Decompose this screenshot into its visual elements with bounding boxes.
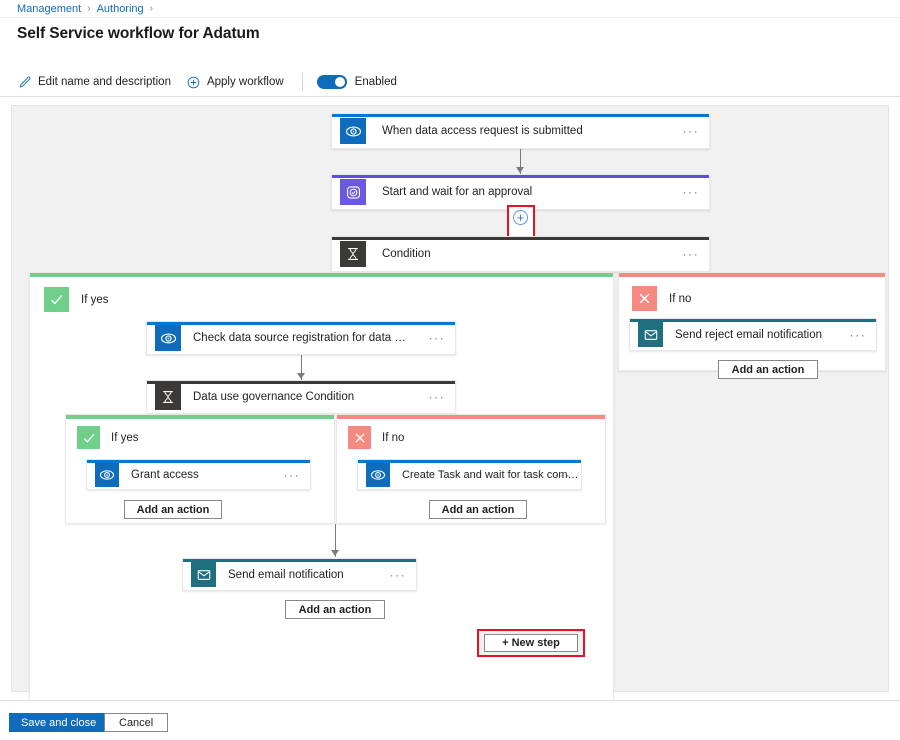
branch-panel-if-no[interactable]: If no Send reject email notification ···… bbox=[618, 272, 886, 371]
eye-icon bbox=[155, 325, 181, 351]
eye-icon bbox=[366, 463, 390, 487]
branch-label: If no bbox=[669, 293, 691, 305]
step-menu-button[interactable]: ··· bbox=[849, 328, 866, 341]
enabled-toggle-label: Enabled bbox=[355, 76, 397, 88]
envelope-icon bbox=[638, 322, 663, 347]
check-icon bbox=[77, 426, 100, 449]
breadcrumb: Management › Authoring › bbox=[0, 0, 900, 18]
step-menu-button[interactable]: ··· bbox=[682, 186, 699, 199]
add-an-action-button[interactable]: Add an action bbox=[718, 360, 818, 379]
step-menu-button[interactable]: ··· bbox=[682, 248, 699, 261]
branch-label: If no bbox=[382, 432, 404, 444]
cross-icon bbox=[348, 426, 371, 449]
card-accent-bar bbox=[183, 559, 416, 562]
branch-label: If yes bbox=[111, 432, 138, 444]
branch-panel-nested-if-yes[interactable]: If yes Grant access ··· Add an action bbox=[65, 414, 335, 524]
branch-header-nested-if-no: If no bbox=[348, 426, 404, 449]
edit-name-and-description-label: Edit name and description bbox=[38, 76, 171, 88]
add-an-action-button[interactable]: Add an action bbox=[285, 600, 385, 619]
card-accent-bar bbox=[332, 237, 709, 240]
card-accent-bar bbox=[147, 381, 455, 384]
new-step-button[interactable]: + New step bbox=[484, 634, 578, 652]
connector-arrow-icon bbox=[516, 167, 524, 173]
branch-header-nested-if-yes: If yes bbox=[77, 426, 138, 449]
branch-accent-bar bbox=[619, 273, 885, 277]
command-bar-divider bbox=[302, 73, 303, 91]
workflow-canvas[interactable]: When data access request is submitted ··… bbox=[11, 105, 889, 692]
workflow-authoring-page: Management › Authoring › Self Service wo… bbox=[0, 0, 900, 740]
apply-workflow-label: Apply workflow bbox=[207, 76, 284, 88]
card-accent-bar bbox=[630, 319, 876, 322]
step-menu-button[interactable]: ··· bbox=[283, 468, 300, 481]
command-bar: Edit name and description Apply workflow… bbox=[0, 68, 900, 97]
eye-icon bbox=[95, 463, 119, 487]
step-card-when-data-access-request-is-submitted[interactable]: When data access request is submitted ··… bbox=[331, 113, 710, 149]
envelope-icon bbox=[191, 562, 216, 587]
breadcrumb-separator-icon: › bbox=[87, 3, 90, 14]
step-card-grant-access[interactable]: Grant access ··· bbox=[86, 459, 311, 490]
step-card-send-email-notification[interactable]: Send email notification ··· bbox=[182, 558, 417, 591]
condition-icon bbox=[340, 241, 366, 267]
page-footer: Save and close Cancel bbox=[0, 700, 900, 740]
add-an-action-button[interactable]: Add an action bbox=[124, 500, 222, 519]
card-accent-bar bbox=[87, 460, 310, 463]
connector-arrow-icon bbox=[331, 550, 339, 556]
breadcrumb-item-authoring[interactable]: Authoring bbox=[97, 3, 144, 15]
step-menu-button[interactable]: ··· bbox=[389, 568, 406, 581]
enabled-toggle-group[interactable]: Enabled bbox=[317, 75, 397, 89]
edit-name-and-description-button[interactable]: Edit name and description bbox=[18, 76, 171, 89]
toggle-knob bbox=[335, 77, 345, 87]
step-menu-button[interactable]: ··· bbox=[428, 391, 445, 404]
plus-circle-icon bbox=[187, 76, 200, 89]
step-title: Condition bbox=[382, 248, 431, 260]
card-accent-bar bbox=[147, 322, 455, 325]
step-card-create-task-and-wait-for-task-completion[interactable]: Create Task and wait for task completion… bbox=[357, 459, 582, 490]
eye-icon bbox=[340, 118, 366, 144]
step-title: Data use governance Condition bbox=[193, 391, 354, 403]
card-accent-bar bbox=[332, 114, 709, 117]
add-an-action-button[interactable]: Add an action bbox=[429, 500, 527, 519]
branch-accent-bar bbox=[66, 415, 334, 419]
breadcrumb-separator-icon-2: › bbox=[150, 3, 153, 14]
apply-workflow-button[interactable]: Apply workflow bbox=[187, 76, 284, 89]
step-menu-button[interactable]: ··· bbox=[428, 332, 445, 345]
connector-arrow-icon bbox=[297, 373, 305, 379]
page-title: Self Service workflow for Adatum bbox=[17, 25, 260, 43]
insert-step-button[interactable]: + bbox=[513, 210, 528, 225]
step-card-check-data-source-registration[interactable]: Check data source registration for data … bbox=[146, 321, 456, 355]
card-accent-bar bbox=[332, 175, 709, 178]
branch-header-if-no: If no bbox=[632, 286, 691, 311]
step-title: Start and wait for an approval bbox=[382, 186, 532, 198]
step-menu-button[interactable]: ··· bbox=[682, 125, 699, 138]
approval-icon bbox=[340, 179, 366, 205]
check-icon bbox=[44, 287, 69, 312]
step-title: Send email notification bbox=[228, 569, 344, 581]
pencil-icon bbox=[18, 76, 31, 89]
step-card-condition[interactable]: Condition ··· bbox=[331, 236, 710, 272]
branch-accent-bar bbox=[337, 415, 605, 419]
step-menu-button[interactable]: ··· bbox=[554, 468, 571, 481]
card-accent-bar bbox=[358, 460, 581, 463]
enabled-toggle[interactable] bbox=[317, 75, 347, 89]
save-and-close-button[interactable]: Save and close bbox=[9, 713, 108, 732]
branch-accent-bar bbox=[30, 273, 613, 277]
branch-panel-nested-if-no[interactable]: If no Create Task and wait for task comp… bbox=[336, 414, 606, 524]
step-title: Grant access bbox=[131, 469, 199, 481]
branch-label: If yes bbox=[81, 294, 108, 306]
step-title: When data access request is submitted bbox=[382, 125, 583, 137]
cancel-button[interactable]: Cancel bbox=[104, 713, 168, 732]
step-title: Send reject email notification bbox=[675, 329, 822, 341]
step-title: Check data source registration for data … bbox=[193, 332, 411, 344]
step-card-send-reject-email-notification[interactable]: Send reject email notification ··· bbox=[629, 318, 877, 351]
breadcrumb-item-management[interactable]: Management bbox=[17, 3, 81, 15]
branch-panel-if-yes[interactable]: If yes Check data source registration fo… bbox=[29, 272, 614, 736]
branch-header-if-yes: If yes bbox=[44, 287, 108, 312]
step-card-data-use-governance-condition[interactable]: Data use governance Condition ··· bbox=[146, 380, 456, 414]
condition-icon bbox=[155, 384, 181, 410]
cross-icon bbox=[632, 286, 657, 311]
